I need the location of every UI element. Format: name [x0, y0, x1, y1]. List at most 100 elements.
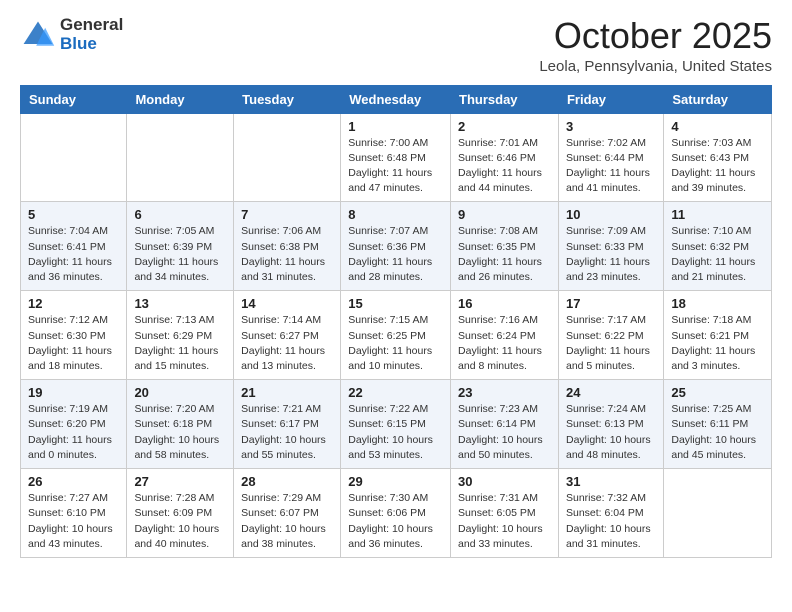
calendar-cell: 28 Sunrise: 7:29 AM Sunset: 6:07 PM Dayli…: [234, 469, 341, 558]
day-detail: Sunrise: 7:08 AM Sunset: 6:35 PM Dayligh…: [458, 224, 551, 285]
day-number: 3: [566, 119, 656, 134]
col-sunday: Sunday: [21, 85, 127, 113]
day-detail: Sunrise: 7:19 AM Sunset: 6:20 PM Dayligh…: [28, 402, 119, 463]
day-number: 13: [134, 296, 226, 311]
day-detail: Sunrise: 7:18 AM Sunset: 6:21 PM Dayligh…: [671, 313, 764, 374]
day-detail: Sunrise: 7:14 AM Sunset: 6:27 PM Dayligh…: [241, 313, 333, 374]
day-number: 10: [566, 207, 656, 222]
day-number: 28: [241, 474, 333, 489]
day-number: 8: [348, 207, 443, 222]
calendar-cell: 14Sunrise: 7:14 AM Sunset: 6:27 PM Dayli…: [234, 291, 341, 380]
calendar-week-row: 12 Sunrise: 7:12 AM Sunset: 6:30 PM Dayli…: [21, 291, 772, 380]
day-detail: Sunrise: 7:00 AM Sunset: 6:48 PM Dayligh…: [348, 136, 443, 197]
day-detail: Sunrise: 7:21 AM Sunset: 6:17 PM Dayligh…: [241, 402, 333, 463]
day-detail: Sunrise: 7:23 AM Sunset: 6:14 PM Dayligh…: [458, 402, 551, 463]
day-number: 27: [134, 474, 226, 489]
day-number: 11: [671, 207, 764, 222]
day-number: 31: [566, 474, 656, 489]
calendar-cell: 21 Sunrise: 7:21 AM Sunset: 6:17 PM Dayli…: [234, 380, 341, 469]
day-detail: Sunrise: 7:27 AM Sunset: 6:10 PM Dayligh…: [28, 491, 119, 552]
calendar-week-row: 26 Sunrise: 7:27 AM Sunset: 6:10 PM Dayli…: [21, 469, 772, 558]
day-number: 5: [28, 207, 119, 222]
day-detail: Sunrise: 7:16 AM Sunset: 6:24 PM Dayligh…: [458, 313, 551, 374]
calendar-cell: 31 Sunrise: 7:32 AM Sunset: 6:04 PM Dayli…: [558, 469, 663, 558]
calendar-cell: 30 Sunrise: 7:31 AM Sunset: 6:05 PM Dayli…: [451, 469, 559, 558]
day-detail: Sunrise: 7:32 AM Sunset: 6:04 PM Dayligh…: [566, 491, 656, 552]
calendar-cell: 19 Sunrise: 7:19 AM Sunset: 6:20 PM Dayli…: [21, 380, 127, 469]
logo: General Blue: [20, 16, 123, 53]
day-number: 16: [458, 296, 551, 311]
calendar-header-row: Sunday Monday Tuesday Wednesday Thursday…: [21, 85, 772, 113]
day-number: 24: [566, 385, 656, 400]
day-number: 7: [241, 207, 333, 222]
calendar-cell: [21, 113, 127, 202]
logo-blue-text: Blue: [60, 35, 123, 54]
day-number: 18: [671, 296, 764, 311]
calendar-cell: 26 Sunrise: 7:27 AM Sunset: 6:10 PM Dayli…: [21, 469, 127, 558]
day-number: 2: [458, 119, 551, 134]
col-tuesday: Tuesday: [234, 85, 341, 113]
day-number: 22: [348, 385, 443, 400]
calendar-cell: [127, 113, 234, 202]
logo-general-text: General: [60, 16, 123, 35]
day-detail: Sunrise: 7:05 AM Sunset: 6:39 PM Dayligh…: [134, 224, 226, 285]
calendar-week-row: 5 Sunrise: 7:04 AM Sunset: 6:41 PM Daylig…: [21, 202, 772, 291]
day-number: 1: [348, 119, 443, 134]
day-detail: Sunrise: 7:31 AM Sunset: 6:05 PM Dayligh…: [458, 491, 551, 552]
day-number: 21: [241, 385, 333, 400]
calendar-cell: 16 Sunrise: 7:16 AM Sunset: 6:24 PM Dayli…: [451, 291, 559, 380]
day-detail: Sunrise: 7:01 AM Sunset: 6:46 PM Dayligh…: [458, 136, 551, 197]
day-detail: Sunrise: 7:28 AM Sunset: 6:09 PM Dayligh…: [134, 491, 226, 552]
day-detail: Sunrise: 7:02 AM Sunset: 6:44 PM Dayligh…: [566, 136, 656, 197]
day-detail: Sunrise: 7:04 AM Sunset: 6:41 PM Dayligh…: [28, 224, 119, 285]
day-detail: Sunrise: 7:12 AM Sunset: 6:30 PM Dayligh…: [28, 313, 119, 374]
calendar-cell: 1 Sunrise: 7:00 AM Sunset: 6:48 PM Daylig…: [341, 113, 451, 202]
calendar-cell: 7Sunrise: 7:06 AM Sunset: 6:38 PM Daylig…: [234, 202, 341, 291]
day-number: 4: [671, 119, 764, 134]
day-number: 29: [348, 474, 443, 489]
calendar-cell: 4 Sunrise: 7:03 AM Sunset: 6:43 PM Daylig…: [664, 113, 772, 202]
day-number: 12: [28, 296, 119, 311]
calendar-cell: 20Sunrise: 7:20 AM Sunset: 6:18 PM Dayli…: [127, 380, 234, 469]
day-detail: Sunrise: 7:22 AM Sunset: 6:15 PM Dayligh…: [348, 402, 443, 463]
col-monday: Monday: [127, 85, 234, 113]
day-detail: Sunrise: 7:25 AM Sunset: 6:11 PM Dayligh…: [671, 402, 764, 463]
calendar-cell: 5 Sunrise: 7:04 AM Sunset: 6:41 PM Daylig…: [21, 202, 127, 291]
day-detail: Sunrise: 7:07 AM Sunset: 6:36 PM Dayligh…: [348, 224, 443, 285]
calendar-cell: 27 Sunrise: 7:28 AM Sunset: 6:09 PM Dayli…: [127, 469, 234, 558]
calendar-cell: 6Sunrise: 7:05 AM Sunset: 6:39 PM Daylig…: [127, 202, 234, 291]
day-detail: Sunrise: 7:20 AM Sunset: 6:18 PM Dayligh…: [134, 402, 226, 463]
calendar-cell: 23 Sunrise: 7:23 AM Sunset: 6:14 PM Dayli…: [451, 380, 559, 469]
day-detail: Sunrise: 7:17 AM Sunset: 6:22 PM Dayligh…: [566, 313, 656, 374]
calendar-title: October 2025: [539, 16, 772, 56]
col-saturday: Saturday: [664, 85, 772, 113]
day-number: 19: [28, 385, 119, 400]
day-detail: Sunrise: 7:24 AM Sunset: 6:13 PM Dayligh…: [566, 402, 656, 463]
day-number: 9: [458, 207, 551, 222]
calendar-week-row: 1 Sunrise: 7:00 AM Sunset: 6:48 PM Daylig…: [21, 113, 772, 202]
day-detail: Sunrise: 7:29 AM Sunset: 6:07 PM Dayligh…: [241, 491, 333, 552]
calendar-cell: 12 Sunrise: 7:12 AM Sunset: 6:30 PM Dayli…: [21, 291, 127, 380]
calendar-cell: 29Sunrise: 7:30 AM Sunset: 6:06 PM Dayli…: [341, 469, 451, 558]
day-detail: Sunrise: 7:09 AM Sunset: 6:33 PM Dayligh…: [566, 224, 656, 285]
day-number: 17: [566, 296, 656, 311]
calendar-cell: 9 Sunrise: 7:08 AM Sunset: 6:35 PM Daylig…: [451, 202, 559, 291]
day-detail: Sunrise: 7:13 AM Sunset: 6:29 PM Dayligh…: [134, 313, 226, 374]
calendar-cell: 22 Sunrise: 7:22 AM Sunset: 6:15 PM Dayli…: [341, 380, 451, 469]
calendar-cell: 24 Sunrise: 7:24 AM Sunset: 6:13 PM Dayli…: [558, 380, 663, 469]
day-number: 30: [458, 474, 551, 489]
col-friday: Friday: [558, 85, 663, 113]
calendar-week-row: 19 Sunrise: 7:19 AM Sunset: 6:20 PM Dayli…: [21, 380, 772, 469]
day-number: 26: [28, 474, 119, 489]
logo-text: General Blue: [60, 16, 123, 53]
calendar-cell: 11 Sunrise: 7:10 AM Sunset: 6:32 PM Dayli…: [664, 202, 772, 291]
day-number: 23: [458, 385, 551, 400]
day-detail: Sunrise: 7:15 AM Sunset: 6:25 PM Dayligh…: [348, 313, 443, 374]
calendar-cell: 15Sunrise: 7:15 AM Sunset: 6:25 PM Dayli…: [341, 291, 451, 380]
calendar-cell: 10 Sunrise: 7:09 AM Sunset: 6:33 PM Dayli…: [558, 202, 663, 291]
day-detail: Sunrise: 7:10 AM Sunset: 6:32 PM Dayligh…: [671, 224, 764, 285]
header: General Blue October 2025 Leola, Pennsyl…: [20, 16, 772, 75]
day-number: 25: [671, 385, 764, 400]
day-detail: Sunrise: 7:03 AM Sunset: 6:43 PM Dayligh…: [671, 136, 764, 197]
col-thursday: Thursday: [451, 85, 559, 113]
